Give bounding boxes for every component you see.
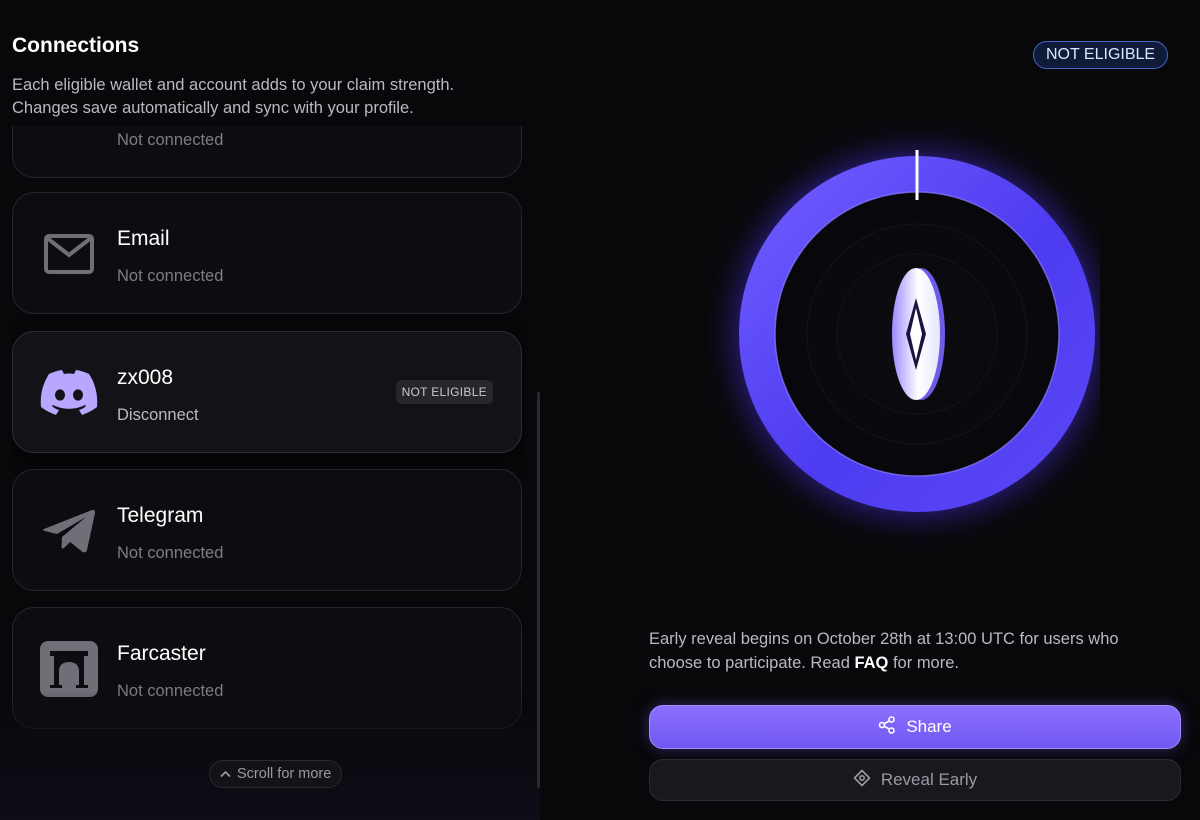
share-label: Share bbox=[906, 717, 952, 736]
connection-card-farcaster[interactable]: Farcaster Not connected bbox=[12, 607, 522, 729]
connection-card-discord[interactable]: zx008 Disconnect NOT ELIGIBLE bbox=[12, 331, 522, 453]
connection-status: Not connected bbox=[117, 682, 224, 700]
eligibility-status-pill: NOT ELIGIBLE bbox=[1033, 41, 1169, 69]
connection-card-email[interactable]: Email Not connected bbox=[12, 192, 522, 314]
reveal-early-label: Reveal Early bbox=[880, 770, 978, 789]
connection-card-hidden[interactable]: Not connected bbox=[12, 126, 522, 178]
connection-status: Not connected bbox=[117, 131, 224, 149]
connection-name: zx008 bbox=[117, 366, 174, 389]
connection-status: Not connected bbox=[117, 267, 224, 285]
scroll-hint-label: Scroll for more bbox=[237, 766, 332, 782]
chevron-up-icon bbox=[220, 766, 231, 782]
envelope-icon bbox=[39, 227, 99, 281]
not-eligible-badge: NOT ELIGIBLE bbox=[395, 380, 493, 404]
page-description: Each eligible wallet and account adds to… bbox=[12, 76, 455, 117]
claim-progress-ring bbox=[680, 119, 1132, 550]
connection-status: Not connected bbox=[117, 544, 224, 562]
connection-card-telegram[interactable]: Telegram Not connected bbox=[12, 469, 522, 591]
connection-name: Farcaster bbox=[117, 642, 206, 665]
connection-name: Email bbox=[117, 227, 170, 250]
share-button[interactable]: Share bbox=[649, 705, 1181, 749]
connections-panel: Connections Each eligible wallet and acc… bbox=[0, 0, 540, 820]
coin-logo-icon bbox=[892, 268, 945, 400]
early-reveal-info: Early reveal begins on October 28th at 1… bbox=[649, 630, 1119, 672]
reveal-diamond-icon bbox=[853, 769, 871, 792]
page-title: Connections bbox=[12, 34, 140, 57]
telegram-icon bbox=[39, 504, 99, 558]
claim-panel: NOT ELIGIBLE Early reveal begins on Octo… bbox=[540, 0, 1200, 820]
connection-name: Telegram bbox=[117, 504, 204, 527]
scroll-for-more-button[interactable]: Scroll for more bbox=[209, 760, 343, 788]
reveal-early-button[interactable]: Reveal Early bbox=[649, 759, 1181, 801]
farcaster-icon bbox=[39, 641, 99, 697]
connections-list[interactable]: Not connected Email Not connected zx008 … bbox=[12, 126, 524, 736]
share-icon bbox=[878, 715, 896, 739]
faq-link[interactable]: FAQ bbox=[854, 654, 888, 672]
discord-icon bbox=[39, 366, 99, 420]
disconnect-link[interactable]: Disconnect bbox=[117, 406, 199, 425]
